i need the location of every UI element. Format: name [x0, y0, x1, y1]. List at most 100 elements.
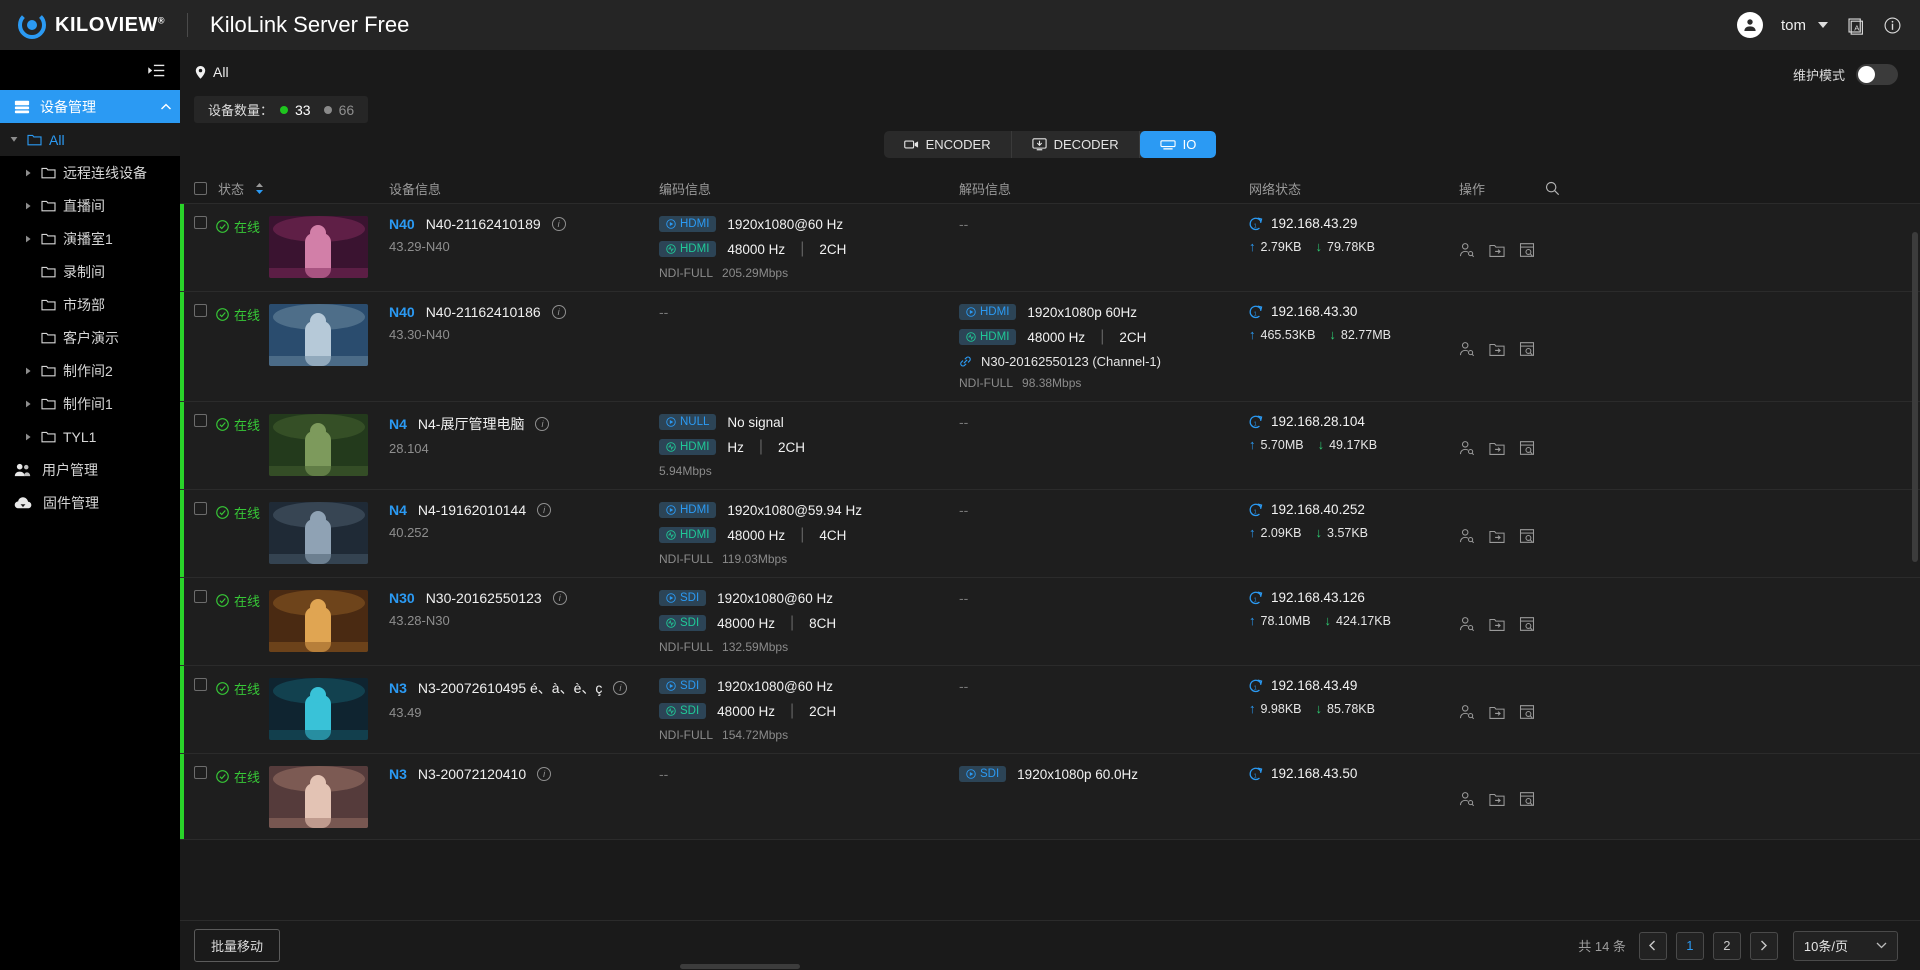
chevron-up-icon[interactable]	[160, 101, 172, 113]
page-number-button[interactable]: 1	[1675, 931, 1704, 960]
user-permission-icon[interactable]	[1459, 528, 1475, 544]
page-size-select[interactable]: 10条/页	[1792, 930, 1898, 961]
row-checkbox[interactable]	[194, 216, 207, 229]
table-row[interactable]: 在线 N30 N30-20162550123 i 43.28-N30 SDI 1…	[180, 578, 1920, 666]
tab-encoder[interactable]: ENCODER	[884, 131, 1012, 158]
device-thumbnail[interactable]	[269, 414, 369, 476]
device-thumbnail[interactable]	[269, 766, 369, 828]
table-row[interactable]: 在线 N3 N3-20072610495 é、à、è、ç i 43.49 SDI…	[180, 666, 1920, 754]
sort-status-icon[interactable]	[255, 182, 264, 195]
user-permission-icon[interactable]	[1459, 616, 1475, 632]
row-checkbox[interactable]	[194, 502, 207, 515]
device-thumbnail[interactable]	[269, 216, 369, 278]
table-row[interactable]: 在线 N4 N4-展厅管理电脑 i 28.104 NULL No signal	[180, 402, 1920, 490]
caret-down-icon[interactable]	[8, 136, 20, 143]
select-all-checkbox[interactable]	[194, 182, 207, 195]
device-thumbnail[interactable]	[269, 678, 369, 740]
device-log-icon[interactable]	[1519, 791, 1535, 807]
user-permission-icon[interactable]	[1459, 791, 1475, 807]
caret-right-icon[interactable]	[22, 202, 34, 210]
user-permission-icon[interactable]	[1459, 704, 1475, 720]
sidebar-nav-item[interactable]: 用户管理	[0, 453, 180, 486]
caret-right-icon[interactable]	[22, 235, 34, 243]
row-checkbox[interactable]	[194, 766, 207, 779]
device-log-icon[interactable]	[1519, 528, 1535, 544]
device-info-icon[interactable]: i	[537, 503, 552, 517]
device-log-icon[interactable]	[1519, 341, 1535, 357]
sidebar-nav-item[interactable]: 固件管理	[0, 486, 180, 519]
maintenance-mode-toggle[interactable]	[1856, 64, 1898, 85]
user-permission-icon[interactable]	[1459, 341, 1475, 357]
collapse-panel-icon[interactable]	[147, 61, 166, 80]
network-status-cell: 1 192.168.40.252 ↑ 2.09KB ↓ 3.57KB	[1249, 502, 1459, 566]
device-thumbnail[interactable]	[269, 304, 369, 366]
next-page-button[interactable]	[1749, 931, 1778, 960]
move-to-folder-icon[interactable]	[1489, 617, 1505, 632]
sidebar-folder-item[interactable]: 演播室1	[0, 222, 180, 255]
page-number-button[interactable]: 2	[1712, 931, 1741, 960]
device-thumbnail[interactable]	[269, 590, 369, 652]
device-info-icon[interactable]: i	[537, 767, 552, 781]
user-permission-icon[interactable]	[1459, 440, 1475, 456]
linked-device-line: N30-20162550123 (Channel-1)	[959, 354, 1249, 369]
avatar[interactable]	[1736, 12, 1763, 38]
move-to-folder-icon[interactable]	[1489, 705, 1505, 720]
main-content: All 维护模式 设备数量： 33 66 ENCODER DECODER IO …	[180, 50, 1920, 970]
device-info-icon[interactable]: i	[535, 417, 550, 431]
row-checkbox[interactable]	[194, 678, 207, 691]
caret-right-icon[interactable]	[22, 367, 34, 375]
sidebar-folder-item[interactable]: 制作间1	[0, 387, 180, 420]
device-log-icon[interactable]	[1519, 704, 1535, 720]
device-info-icon[interactable]: i	[613, 681, 628, 695]
audio-rate-value: 48000 Hz	[727, 527, 786, 543]
batch-move-button[interactable]: 批量移动	[194, 929, 281, 962]
sidebar-folder-item[interactable]: 客户演示	[0, 321, 180, 354]
user-permission-icon[interactable]	[1459, 242, 1475, 258]
device-info-icon[interactable]: i	[551, 217, 566, 231]
move-to-folder-icon[interactable]	[1489, 243, 1505, 258]
info-icon[interactable]	[1883, 16, 1902, 35]
device-info-icon[interactable]: i	[552, 591, 567, 605]
search-icon[interactable]	[1545, 181, 1560, 196]
device-log-icon[interactable]	[1519, 616, 1535, 632]
row-checkbox[interactable]	[194, 304, 207, 317]
language-icon[interactable]: A	[1846, 16, 1865, 35]
sidebar-section-device-management[interactable]: 设备管理	[0, 90, 180, 123]
page-size-value: 10条/页	[1803, 939, 1848, 954]
caret-right-icon[interactable]	[22, 433, 34, 441]
prev-page-button[interactable]	[1638, 931, 1667, 960]
sidebar-folder-item[interactable]: 录制间	[0, 255, 180, 288]
tab-io[interactable]: IO	[1139, 131, 1217, 158]
sidebar-folder-item[interactable]: 市场部	[0, 288, 180, 321]
cloud-upload-icon	[14, 496, 32, 510]
table-row[interactable]: 在线 N40 N40-21162410186 i 43.30-N40 -- HD…	[180, 292, 1920, 402]
sidebar-folder-item[interactable]: All	[0, 123, 180, 156]
caret-right-icon[interactable]	[22, 169, 34, 177]
tab-decoder[interactable]: DECODER	[1012, 131, 1140, 158]
move-to-folder-icon[interactable]	[1489, 441, 1505, 456]
sidebar-folder-item[interactable]: 远程连线设备	[0, 156, 180, 189]
device-thumbnail[interactable]	[269, 502, 369, 564]
chevron-down-icon[interactable]	[1818, 22, 1828, 28]
table-row[interactable]: 在线 N40 N40-21162410189 i 43.29-N40 HDMI …	[180, 204, 1920, 292]
move-to-folder-icon[interactable]	[1489, 342, 1505, 357]
horizontal-scrollbar[interactable]	[680, 964, 800, 969]
device-log-icon[interactable]	[1519, 440, 1535, 456]
status-badge: 在线	[216, 414, 260, 434]
move-to-folder-icon[interactable]	[1489, 529, 1505, 544]
move-to-folder-icon[interactable]	[1489, 792, 1505, 807]
device-info-icon[interactable]: i	[551, 305, 566, 319]
row-checkbox[interactable]	[194, 414, 207, 427]
row-checkbox[interactable]	[194, 590, 207, 603]
sidebar-folder-item[interactable]: TYL1	[0, 420, 180, 453]
codec-bitrate-line: 5.94Mbps	[659, 464, 959, 478]
vertical-scrollbar[interactable]	[1912, 232, 1918, 932]
caret-right-icon[interactable]	[22, 400, 34, 408]
table-row[interactable]: 在线 N3 N3-20072120410 i -- SDI 1920x1080p…	[180, 754, 1920, 840]
sidebar-folder-item[interactable]: 直播间	[0, 189, 180, 222]
sidebar-folder-item[interactable]: 制作间2	[0, 354, 180, 387]
device-log-icon[interactable]	[1519, 242, 1535, 258]
codec-name: NDI-FULL	[659, 266, 714, 280]
user-name[interactable]: tom	[1781, 17, 1806, 34]
table-row[interactable]: 在线 N4 N4-19162010144 i 40.252 HDMI 1920x…	[180, 490, 1920, 578]
